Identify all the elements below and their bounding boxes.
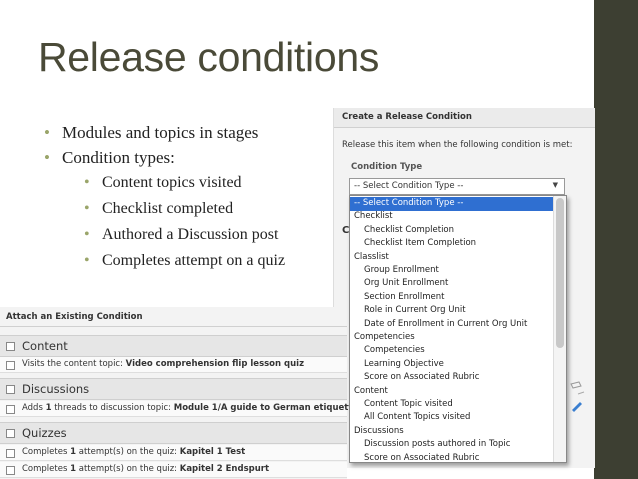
dropdown-option[interactable]: Score on Associated Rubric — [350, 452, 554, 466]
condition-type-label: Condition Type — [351, 162, 423, 172]
section-checkbox[interactable] — [6, 385, 15, 394]
dropdown-option[interactable]: Org Unit Enrollment — [350, 277, 554, 291]
dropdown-option[interactable]: Checklist Item Completion — [350, 237, 554, 251]
dropdown-option[interactable]: Discussion posts authored in Topic — [350, 438, 554, 452]
dropdown-option[interactable]: Content Topic visited — [350, 398, 554, 412]
bullet-item: Condition types: Content topics visited … — [44, 145, 285, 274]
bullet-list: Modules and topics in stages Condition t… — [44, 120, 285, 274]
dropdown-option[interactable]: Score on Associated Rubric — [350, 371, 554, 385]
dropdown-option[interactable]: Section Enrollment — [350, 291, 554, 305]
create-panel-header: Create a Release Condition — [334, 108, 595, 128]
bullet-item: Modules and topics in stages — [44, 120, 285, 145]
row-checkbox[interactable] — [6, 405, 15, 414]
sub-bullet-list: Content topics visited Checklist complet… — [62, 170, 285, 274]
sub-bullet-item: Completes attempt on a quiz — [84, 248, 285, 274]
bullet-text: Condition types: — [62, 148, 175, 167]
condition-row[interactable]: Visits the content topic: Video comprehe… — [0, 357, 347, 373]
condition-row[interactable]: Completes 1 attempt(s) on the quiz: Kapi… — [0, 445, 347, 461]
section-discussions[interactable]: Discussions — [0, 378, 347, 400]
scrollbar-thumb[interactable] — [556, 198, 564, 348]
sub-bullet-item: Content topics visited — [84, 170, 285, 196]
section-label: Quizzes — [22, 426, 67, 440]
section-checkbox[interactable] — [6, 429, 15, 438]
row-checkbox[interactable] — [6, 361, 15, 370]
section-quizzes[interactable]: Quizzes — [0, 422, 347, 444]
slide-title: Release conditions — [38, 34, 380, 80]
condition-row[interactable]: Completes 1 attempt(s) on the quiz: Kapi… — [0, 462, 347, 478]
dropdown-group-header: Discussions — [354, 425, 404, 436]
row-checkbox[interactable] — [6, 466, 15, 475]
sub-bullet-item: Checklist completed — [84, 196, 285, 222]
select-value: -- Select Condition Type -- — [354, 181, 464, 191]
condition-text: Completes 1 attempt(s) on the quiz: Kapi… — [22, 464, 270, 474]
condition-type-dropdown[interactable]: Score on Associated Rubric Discussion pos… — [349, 195, 567, 463]
chevron-down-icon[interactable]: ▼ — [553, 181, 558, 189]
edit-icon[interactable] — [568, 380, 588, 414]
dropdown-option[interactable]: All Content Topics visited — [350, 411, 554, 425]
section-label: Discussions — [22, 382, 90, 396]
dropdown-group-header: Checklist — [354, 211, 393, 222]
dropdown-option[interactable]: Date of Enrollment in Current Org Unit — [350, 318, 554, 332]
attach-existing-condition-panel: Attach an Existing Condition Content Vis… — [0, 307, 358, 479]
row-checkbox[interactable] — [6, 449, 15, 458]
dropdown-group-header: Competencies — [354, 332, 415, 342]
attach-panel-header: Attach an Existing Condition — [0, 307, 347, 327]
condition-text: Completes 1 attempt(s) on the quiz: Kapi… — [22, 447, 246, 457]
dropdown-scrollbar[interactable] — [553, 196, 566, 462]
dropdown-group-header: Classlist — [354, 251, 389, 262]
dropdown-option[interactable]: Learning Objective — [350, 358, 554, 372]
release-instruction: Release this item when the following con… — [342, 140, 573, 150]
slide-accent-bar — [594, 0, 638, 479]
condition-row[interactable]: Adds 1 threads to discussion topic: Modu… — [0, 401, 358, 417]
section-label: Content — [22, 339, 68, 353]
sub-bullet-item: Authored a Discussion post — [84, 222, 285, 248]
dropdown-group-header: Content — [354, 385, 388, 396]
condition-text: Adds 1 threads to discussion topic: Modu… — [22, 403, 359, 413]
section-content[interactable]: Content — [0, 335, 347, 357]
condition-text: Visits the content topic: Video comprehe… — [22, 359, 305, 369]
condition-type-select[interactable]: -- Select Condition Type -- ▼ — [349, 178, 565, 195]
dropdown-option[interactable]: Role in Current Org Unit — [350, 304, 554, 318]
dropdown-option[interactable]: Checklist Completion — [350, 224, 554, 238]
dropdown-option[interactable]: -- Select Condition Type -- — [350, 197, 554, 211]
dropdown-option[interactable]: Group Enrollment — [350, 264, 554, 278]
dropdown-option[interactable]: Competencies — [350, 344, 554, 358]
section-checkbox[interactable] — [6, 342, 15, 351]
